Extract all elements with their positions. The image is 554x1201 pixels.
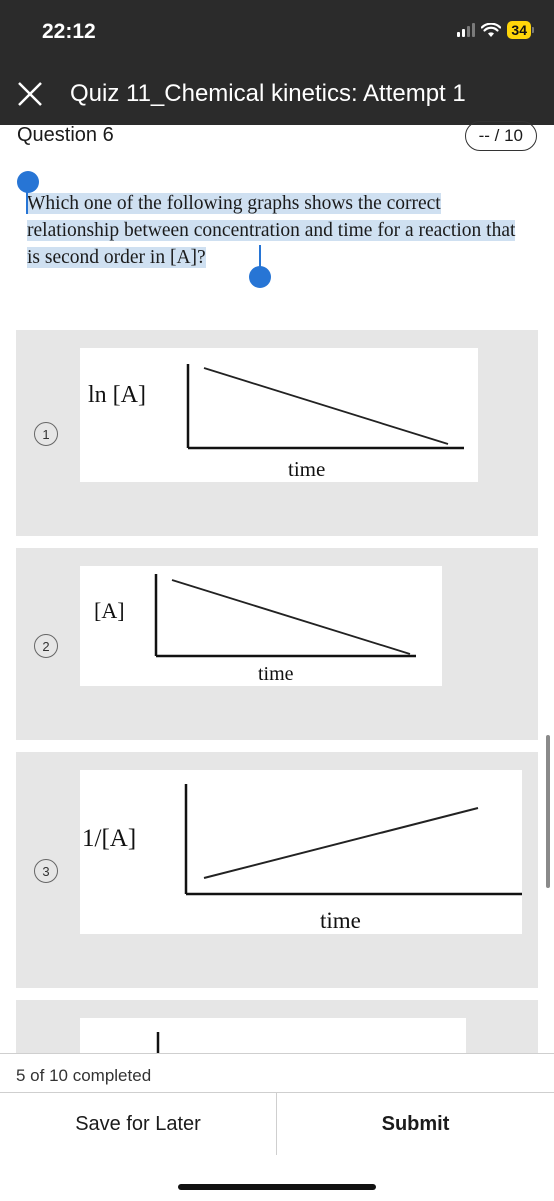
answer-option-2[interactable]: 2 [A] time	[16, 548, 538, 740]
graph-1-y-label: ln [A]	[88, 382, 146, 408]
question-text-selected: Which one of the following graphs shows …	[27, 193, 516, 268]
header: Quiz 11_Chemical kinetics: Attempt 1	[0, 72, 554, 116]
graph-2-x-label: time	[258, 663, 294, 685]
points-badge: -- / 10	[464, 121, 537, 151]
graph-option-3: 1/[A] time	[80, 770, 522, 934]
submit-button[interactable]: Submit	[277, 1093, 554, 1155]
close-button[interactable]	[14, 78, 46, 110]
status-time: 22:12	[42, 20, 96, 43]
radio-option-1[interactable]: 1	[34, 422, 58, 446]
home-indicator[interactable]	[178, 1184, 376, 1190]
graph-option-1: ln [A] time	[80, 348, 478, 482]
save-for-later-button[interactable]: Save for Later	[0, 1093, 276, 1155]
answer-option-3[interactable]: 3 1/[A] time	[16, 752, 538, 988]
radio-option-2[interactable]: 2	[34, 634, 58, 658]
graph-3-x-label: time	[320, 908, 361, 933]
graph-1-x-label: time	[288, 457, 325, 481]
graph-3-y-label: 1/[A]	[82, 825, 136, 852]
status-icons: 34	[457, 21, 534, 39]
radio-option-3[interactable]: 3	[34, 859, 58, 883]
question-title: Question 6	[17, 124, 114, 146]
wifi-icon	[481, 22, 502, 37]
battery-icon: 34	[507, 21, 534, 39]
close-icon	[18, 82, 42, 106]
graph-2-y-label: [A]	[94, 598, 125, 623]
footer: 5 of 10 completed Save for Later Submit	[0, 1053, 554, 1201]
answer-option-1[interactable]: 1 ln [A] time	[16, 330, 538, 536]
signal-icon	[457, 23, 476, 37]
selection-cursor-end	[259, 245, 261, 267]
selection-handle-start[interactable]	[17, 171, 39, 193]
selection-handle-end[interactable]	[249, 266, 271, 288]
quiz-title: Quiz 11_Chemical kinetics: Attempt 1	[70, 80, 466, 107]
selection-cursor-start	[26, 192, 28, 214]
question-text[interactable]: Which one of the following graphs shows …	[27, 190, 529, 271]
graph-option-2: [A] time	[80, 566, 442, 686]
progress-text: 5 of 10 completed	[16, 1066, 152, 1085]
battery-level: 34	[507, 21, 531, 39]
top-bar: 22:12 34 Quiz 11_Chemical kinetics: Atte…	[0, 0, 554, 125]
scrollbar[interactable]	[546, 735, 550, 888]
answer-option-4[interactable]	[16, 1000, 538, 1060]
